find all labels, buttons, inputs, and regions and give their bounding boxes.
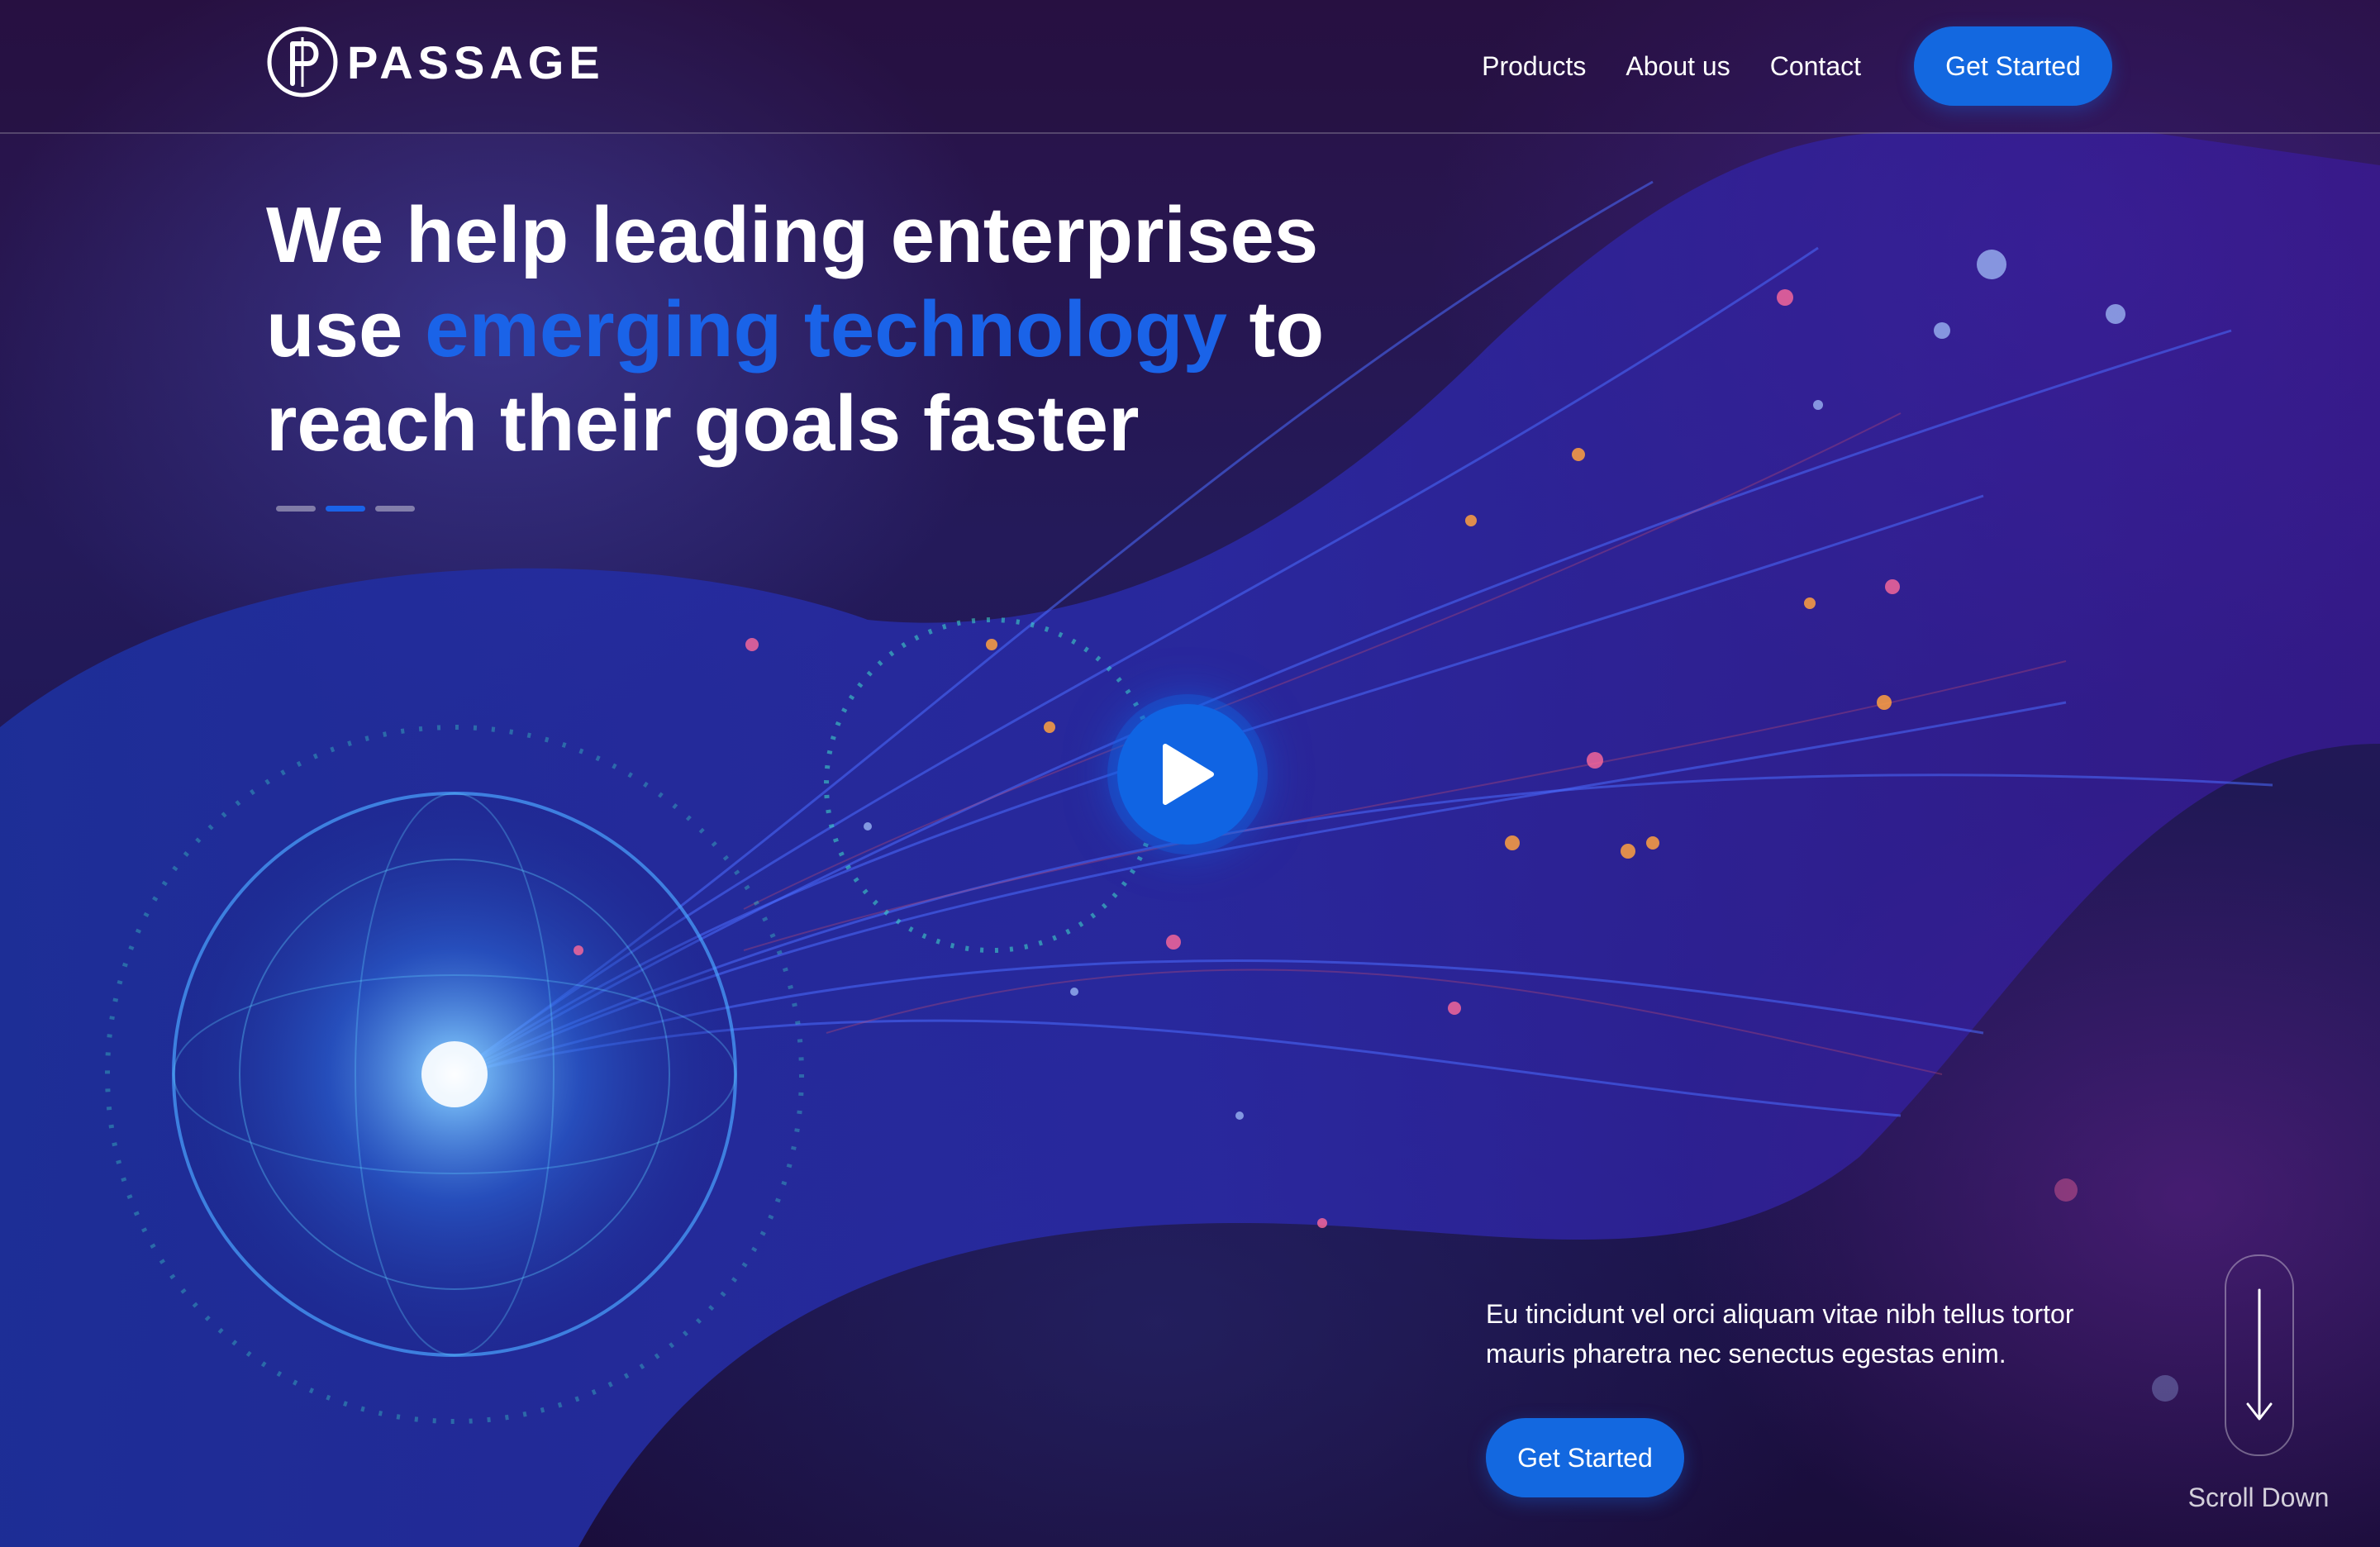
nav-item-products[interactable]: Products	[1482, 51, 1586, 82]
hero-section: PASSAGE Products About us Contact Get St…	[0, 0, 2380, 1547]
scroll-down-button[interactable]	[2225, 1254, 2294, 1456]
arrow-down-icon	[2246, 1288, 2273, 1421]
brand-logo[interactable]: PASSAGE	[266, 25, 605, 99]
play-video-button[interactable]	[1117, 704, 1258, 845]
slider-dot-1[interactable]	[276, 506, 316, 512]
headline-line-2-suffix: to	[1226, 285, 1325, 374]
slider-indicators	[276, 506, 425, 512]
nav-item-contact[interactable]: Contact	[1770, 51, 1861, 82]
slider-dot-2-active[interactable]	[326, 506, 365, 512]
hero-headline: We help leading enterprises use emerging…	[266, 188, 1423, 471]
main-nav: Products About us Contact Get Started	[1482, 25, 2112, 107]
scroll-down-label: Scroll Down	[2187, 1483, 2330, 1512]
headline-line-1: We help leading enterprises	[266, 191, 1319, 279]
passage-logo-icon	[267, 26, 338, 98]
headline-line-3: reach their goals faster	[266, 379, 1140, 468]
hero-description-line-1: Eu tincidunt vel orci aliquam vitae nibh…	[1486, 1299, 2074, 1329]
play-icon	[1163, 744, 1214, 805]
headline-highlight: emerging technology	[425, 285, 1227, 374]
nav-item-about-us[interactable]: About us	[1626, 51, 1730, 82]
slider-dot-3[interactable]	[375, 506, 415, 512]
brand-name: PASSAGE	[347, 36, 605, 88]
hero-get-started-button[interactable]: Get Started	[1486, 1418, 1684, 1497]
site-header: PASSAGE Products About us Contact Get St…	[0, 0, 2380, 134]
headline-line-2-prefix: use	[266, 285, 426, 374]
header-get-started-button[interactable]: Get Started	[1914, 26, 2112, 106]
hero-description-line-2: mauris pharetra nec senectus egestas eni…	[1486, 1339, 2006, 1368]
hero-description: Eu tincidunt vel orci aliquam vitae nibh…	[1486, 1294, 2163, 1373]
